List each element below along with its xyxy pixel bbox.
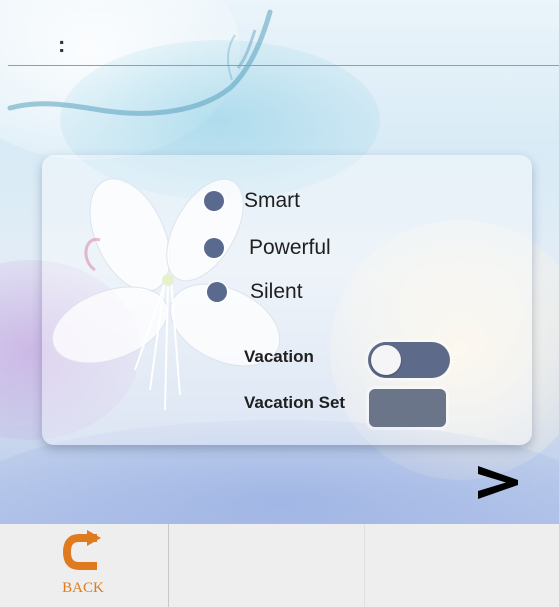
vacation-set-label: Vacation Set (244, 393, 346, 412)
header-divider (8, 65, 559, 66)
radio-button-icon (204, 191, 224, 211)
radio-button-icon (207, 282, 227, 302)
vacation-toggle[interactable] (368, 342, 450, 378)
mode-label-silent: Silent (250, 280, 303, 303)
back-label: BACK (62, 580, 104, 596)
bottom-divider (168, 524, 169, 607)
mode-option-silent[interactable]: Silent (207, 280, 303, 304)
mode-label-smart: Smart (244, 189, 301, 212)
chevron-right-icon[interactable] (476, 462, 520, 502)
mode-option-smart[interactable]: Smart (204, 189, 300, 213)
mode-option-powerful[interactable]: Powerful (204, 236, 331, 260)
toggle-knob (371, 345, 401, 375)
vacation-label: Vacation (244, 347, 314, 366)
mode-label-powerful: Powerful (249, 236, 331, 259)
return-arrow-icon (63, 530, 101, 570)
header-status-text: : (58, 32, 66, 57)
radio-button-icon (204, 238, 224, 258)
back-button[interactable]: BACK (52, 530, 114, 600)
bottom-divider (364, 524, 365, 607)
vacation-set-field[interactable] (369, 389, 446, 427)
